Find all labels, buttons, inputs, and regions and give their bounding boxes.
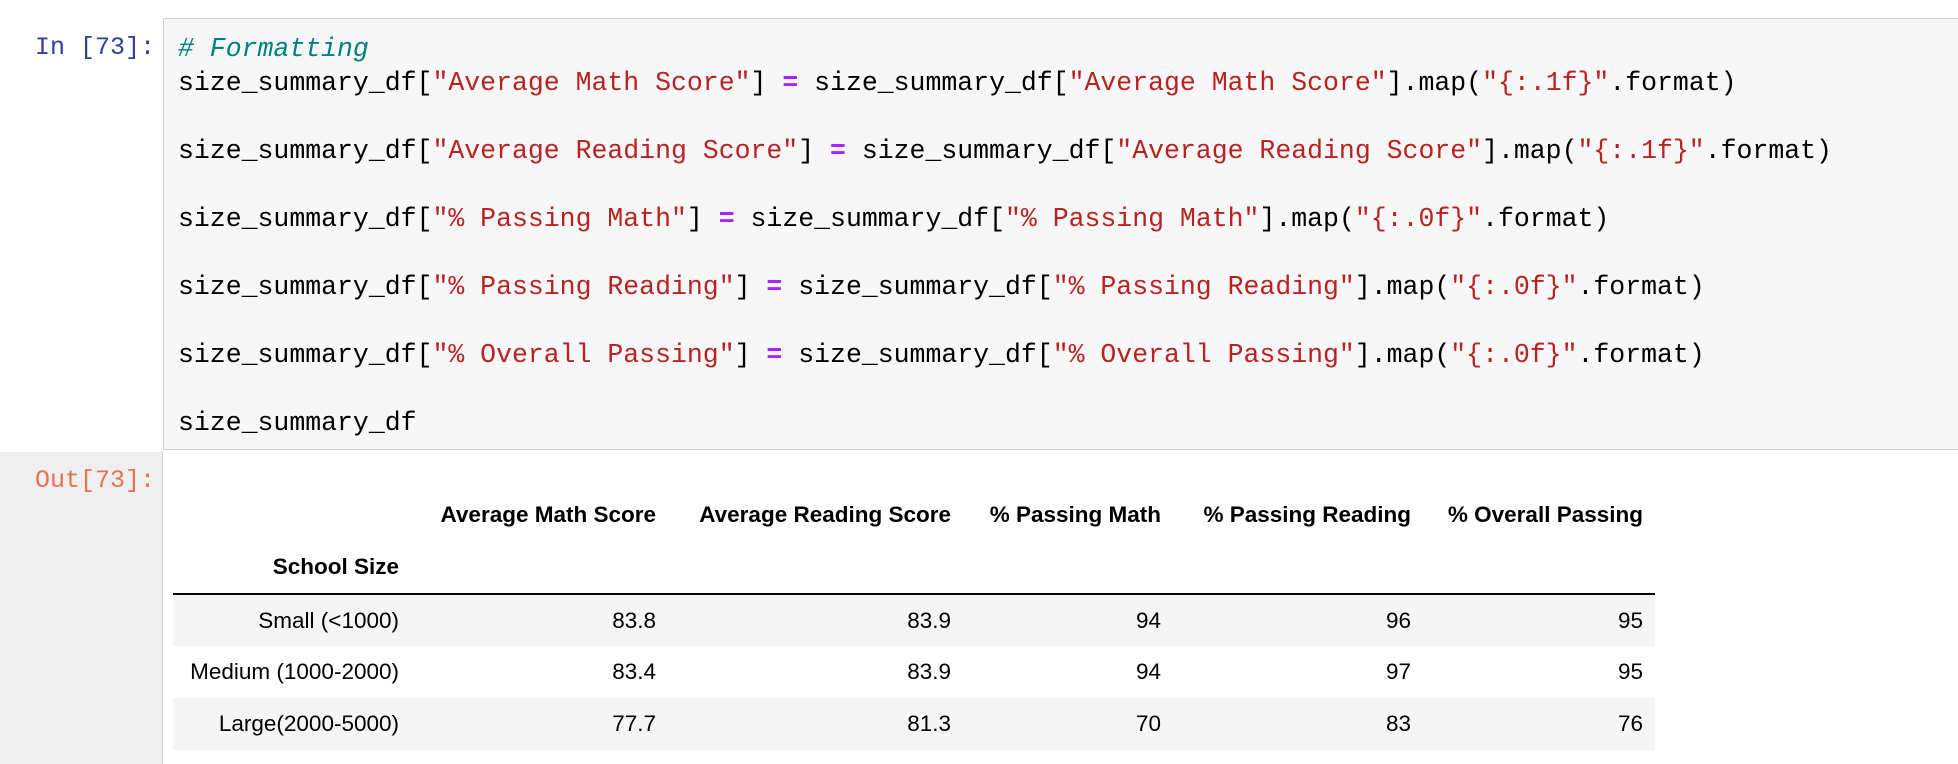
code-token: "Average Reading Score" <box>432 136 799 166</box>
table-cell: 76 <box>1617 711 1643 736</box>
code-token: size_summary_df[ <box>178 204 433 234</box>
code-token: size_summary_df[ <box>782 272 1053 302</box>
table-cell: 95 <box>1617 607 1643 633</box>
code-token: = <box>718 204 735 234</box>
index-name-header: School Size <box>173 541 411 595</box>
code-token: .format) <box>1482 204 1610 234</box>
code-token: "% Overall Passing" <box>1052 340 1355 370</box>
code-token: "{:.1f}" <box>1482 68 1610 98</box>
code-token: ].map( <box>1386 68 1483 98</box>
dataframe-output-table: Average Math Score Average Reading Score… <box>173 488 1655 750</box>
code-token: ].map( <box>1354 272 1451 302</box>
table-cell: 83.9 <box>907 659 951 684</box>
code-token: # Formatting <box>178 34 369 64</box>
column-header: Average Reading Score <box>699 501 951 527</box>
code-token: "{:.0f}" <box>1354 204 1483 234</box>
code-token: ].map( <box>1259 204 1355 234</box>
row-index-label: Large(2000-5000) <box>218 711 399 736</box>
code-token: ] <box>686 204 719 234</box>
table-cell: 94 <box>1135 607 1161 633</box>
column-header: % Passing Reading <box>1203 501 1411 527</box>
code-token: "% Passing Reading" <box>1052 272 1355 302</box>
table-row: Large(2000-5000) 77.7 81.3 70 83 76 <box>173 698 1655 750</box>
index-name-row: School Size <box>173 541 1655 595</box>
code-token: size_summary_df[ <box>734 204 1005 234</box>
code-token: size_summary_df[ <box>845 136 1117 166</box>
code-token: = <box>782 68 799 98</box>
code-token: size_summary_df[ <box>178 136 433 166</box>
code-line: size_summary_df["Average Math Score"] = … <box>178 65 1737 101</box>
code-token: "Average Math Score" <box>1068 68 1387 98</box>
code-token: "Average Math Score" <box>432 68 751 98</box>
code-line: size_summary_df["Average Reading Score"]… <box>178 133 1832 169</box>
code-token: size_summary_df[ <box>178 68 433 98</box>
row-index-label: Medium (1000-2000) <box>190 659 399 684</box>
code-line: size_summary_df["% Passing Reading"] = s… <box>178 269 1705 305</box>
table-header-blank <box>173 488 411 541</box>
code-token: .format) <box>1609 68 1737 98</box>
code-token: ] <box>750 68 783 98</box>
table-cell: 77.7 <box>612 711 656 736</box>
code-line: size_summary_df <box>178 405 417 441</box>
code-token: ] <box>798 136 831 166</box>
column-header: % Passing Math <box>989 501 1161 527</box>
code-token: ].map( <box>1482 136 1578 166</box>
code-token: "% Passing Math" <box>432 204 687 234</box>
table-cell: 94 <box>1135 659 1161 684</box>
code-token: = <box>830 136 846 166</box>
code-line: size_summary_df["% Passing Math"] = size… <box>178 201 1609 237</box>
input-prompt: In [73]: <box>34 33 155 62</box>
code-token: size_summary_df[ <box>798 68 1069 98</box>
table-cell: 83.4 <box>612 659 656 684</box>
table-cell: 83.9 <box>907 607 951 633</box>
code-token: .format) <box>1577 272 1705 302</box>
row-index-label: Small (<1000) <box>258 607 399 633</box>
code-line: size_summary_df["% Overall Passing"] = s… <box>178 337 1705 373</box>
code-token: "% Passing Reading" <box>432 272 735 302</box>
code-token: .format) <box>1704 136 1832 166</box>
table-cell: 83.8 <box>612 607 656 633</box>
table-header-row: Average Math Score Average Reading Score… <box>173 488 1655 541</box>
output-gutter[interactable] <box>0 452 163 764</box>
table-cell: 97 <box>1385 659 1411 684</box>
code-token: "% Overall Passing" <box>432 340 735 370</box>
table-cell: 81.3 <box>907 711 951 736</box>
code-token: size_summary_df[ <box>782 340 1053 370</box>
code-token: .format) <box>1577 340 1705 370</box>
code-token: size_summary_df[ <box>178 272 433 302</box>
code-token: size_summary_df <box>178 408 417 438</box>
table-row: Medium (1000-2000) 83.4 83.9 94 97 95 <box>173 646 1655 698</box>
code-token: ] <box>734 272 767 302</box>
code-cell-editor[interactable]: # Formatting size_summary_df["Average Ma… <box>163 18 1958 450</box>
code-token: = <box>766 340 783 370</box>
code-token: "{:.1f}" <box>1577 136 1705 166</box>
column-header: % Overall Passing <box>1447 501 1643 527</box>
code-token: "{:.0f}" <box>1450 340 1578 370</box>
table-cell: 95 <box>1617 659 1643 684</box>
column-header: Average Math Score <box>440 501 657 527</box>
code-token: "% Passing Math" <box>1004 204 1260 234</box>
code-token: ] <box>734 340 767 370</box>
output-prompt: Out[73]: <box>34 466 155 495</box>
code-line: # Formatting <box>178 31 369 67</box>
table-row: Small (<1000) 83.8 83.9 94 96 95 <box>173 594 1655 646</box>
code-token: size_summary_df[ <box>178 340 433 370</box>
table-cell: 70 <box>1135 711 1161 736</box>
code-token: = <box>766 272 783 302</box>
table-cell: 96 <box>1385 607 1411 633</box>
code-token: "{:.0f}" <box>1450 272 1578 302</box>
code-token: "Average Reading Score" <box>1116 136 1483 166</box>
code-token: ].map( <box>1354 340 1451 370</box>
table-cell: 83 <box>1385 711 1411 736</box>
